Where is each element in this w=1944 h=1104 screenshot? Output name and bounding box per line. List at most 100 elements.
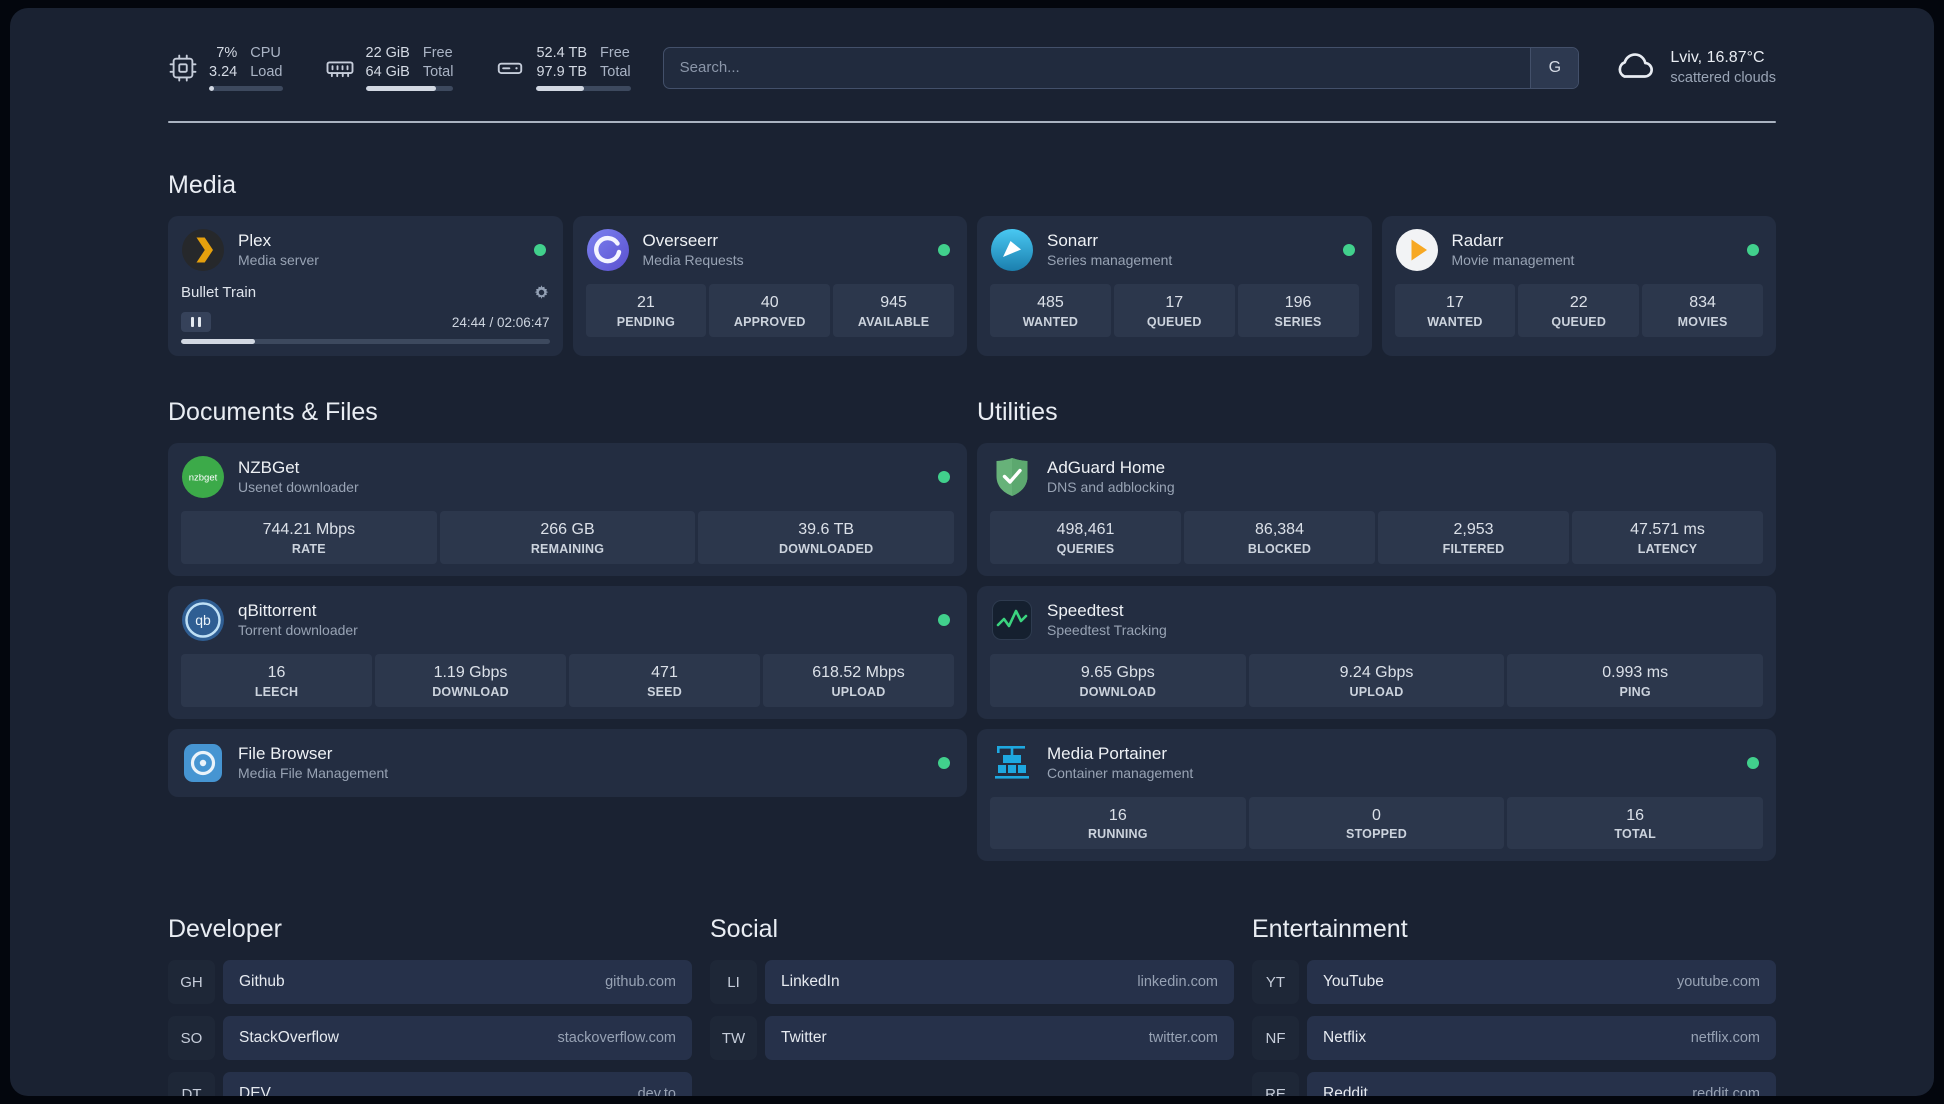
- service-card-nzbget[interactable]: nzbget NZBGet Usenet downloader 744.21 M…: [168, 443, 967, 576]
- bookmark-abbr: TW: [710, 1016, 757, 1061]
- service-description: Media Requests: [642, 252, 744, 269]
- stat: 16 TOTAL: [1507, 796, 1763, 850]
- pause-button[interactable]: [181, 312, 211, 332]
- stat-label: MOVIES: [1677, 314, 1728, 329]
- stat: 2,953 FILTERED: [1378, 511, 1569, 564]
- stat-value: 471: [651, 663, 678, 681]
- service-name: Plex: [238, 231, 272, 251]
- stat-value: 39.6 TB: [798, 521, 855, 538]
- bookmark-name: Reddit: [1323, 1085, 1368, 1096]
- stat-value: 196: [1284, 294, 1312, 311]
- section-title-entertainment: Entertainment: [1252, 915, 1408, 944]
- stat-value: 744.21 Mbps: [262, 521, 356, 538]
- bookmark-stackoverflow[interactable]: SO StackOverflow stackoverflow.com: [168, 1016, 692, 1061]
- section-title-utilities: Utilities: [977, 398, 1058, 426]
- stat-label: DOWNLOAD: [1079, 684, 1157, 699]
- service-card-qbittorrent[interactable]: qb qBittorrent Torrent downloader 16 LEE…: [168, 585, 967, 719]
- service-card-plex[interactable]: Plex Media server Bullet Train 24:44 / 0…: [168, 216, 563, 356]
- service-card-filebrowser[interactable]: File Browser Media File Management: [168, 728, 967, 797]
- bookmark-netflix[interactable]: NF Netflix netflix.com: [1252, 1016, 1776, 1061]
- bookmark-name: LinkedIn: [781, 973, 840, 991]
- stat-label: QUEUED: [1146, 314, 1202, 329]
- stat-label: WANTED: [1022, 314, 1079, 329]
- stat: 9.65 Gbps DOWNLOAD: [990, 653, 1246, 707]
- bookmark-github[interactable]: GH Github github.com: [168, 960, 692, 1005]
- stat: 86,384 BLOCKED: [1184, 511, 1375, 564]
- svg-text:qb: qb: [195, 612, 211, 628]
- search-provider-button[interactable]: G: [1530, 47, 1579, 88]
- section-entertainment: Entertainment YT YouTube youtube.com NF …: [1252, 915, 1776, 1096]
- service-card-speedtest[interactable]: Speedtest Speedtest Tracking 9.65 Gbps D…: [977, 585, 1776, 719]
- stat-value: 17: [1165, 294, 1184, 311]
- service-description: Movie management: [1451, 252, 1575, 269]
- section-social: Social LI LinkedIn linkedin.com TW Twitt…: [710, 915, 1234, 1072]
- bookmark-abbr: RE: [1252, 1072, 1299, 1096]
- stat: 471 SEED: [569, 653, 760, 707]
- stat-label: PENDING: [616, 314, 676, 329]
- search-input[interactable]: [663, 47, 1531, 88]
- memory-total-value: 64 GiB: [365, 63, 410, 80]
- status-dot: [938, 244, 950, 256]
- bookmark-name: YouTube: [1323, 973, 1384, 991]
- stat-label: DOWNLOADED: [778, 541, 874, 556]
- settings-gear-icon[interactable]: [533, 284, 550, 301]
- now-playing-title: Bullet Train: [181, 284, 257, 301]
- bookmark-twitter[interactable]: TW Twitter twitter.com: [710, 1016, 1234, 1061]
- service-description: Media server: [238, 252, 319, 269]
- service-name: Media Portainer: [1047, 743, 1168, 763]
- stat: 0.993 ms PING: [1507, 653, 1763, 707]
- stat: 39.6 TB DOWNLOADED: [698, 511, 954, 564]
- section-title-social: Social: [710, 915, 779, 944]
- service-card-sonarr[interactable]: Sonarr Series management 485 WANTED 17 Q…: [977, 216, 1372, 356]
- service-card-adguard[interactable]: AdGuard Home DNS and adblocking 498,461 …: [977, 443, 1776, 576]
- bookmark-youtube[interactable]: YT YouTube youtube.com: [1252, 960, 1776, 1005]
- search-bar: G: [662, 46, 1580, 89]
- stat-value: 17: [1446, 294, 1464, 311]
- service-description: Usenet downloader: [238, 479, 359, 496]
- nzbget-icon: nzbget: [181, 455, 225, 499]
- stat-label: QUEUED: [1551, 314, 1607, 329]
- stat: 9.24 Gbps UPLOAD: [1248, 653, 1505, 707]
- disk-label-top: Free: [600, 44, 630, 61]
- stat: 498,461 QUERIES: [990, 511, 1181, 564]
- weather-condition: scattered clouds: [1670, 69, 1776, 86]
- service-card-portainer[interactable]: Media Portainer Container management 16 …: [977, 728, 1776, 862]
- weather-widget[interactable]: Lviv, 16.87°C scattered clouds: [1611, 42, 1776, 93]
- stat-label: FILTERED: [1442, 541, 1505, 556]
- status-dot: [1342, 244, 1355, 256]
- bookmark-dev[interactable]: DT DEV dev.to: [168, 1072, 692, 1096]
- service-description: Torrent downloader: [238, 622, 358, 639]
- bookmark-abbr: LI: [710, 960, 757, 1005]
- stat: 196 SERIES: [1237, 284, 1359, 337]
- stat-label: WANTED: [1427, 314, 1483, 329]
- stat: 22 QUEUED: [1518, 284, 1640, 337]
- status-dot: [938, 471, 950, 483]
- stat: 618.52 Mbps UPLOAD: [763, 653, 954, 707]
- service-card-radarr[interactable]: Radarr Movie management 17 WANTED 22 QUE…: [1381, 216, 1776, 356]
- stat-value: 22: [1569, 294, 1588, 311]
- stat-value: 9.65 Gbps: [1080, 663, 1155, 681]
- status-dot: [1747, 244, 1759, 256]
- stat-label: UPLOAD: [1349, 684, 1404, 699]
- cpu-icon: [168, 53, 198, 83]
- weather-location: Lviv, 16.87°C: [1670, 48, 1765, 66]
- bookmark-url: reddit.com: [1692, 1086, 1760, 1096]
- svg-text:nzbget: nzbget: [189, 473, 218, 484]
- topbar: 7% 3.24 CPU Load 22 GiB 64 GiB Free Tota…: [168, 42, 1776, 93]
- stat: 485 WANTED: [990, 284, 1111, 337]
- resource-widgets: 7% 3.24 CPU Load 22 GiB 64 GiB Free Tota…: [168, 44, 631, 92]
- stat: 17 WANTED: [1394, 284, 1516, 337]
- stat-label: UPLOAD: [831, 684, 886, 699]
- service-name: Speedtest: [1047, 600, 1124, 620]
- bookmark-url: github.com: [605, 974, 676, 991]
- bookmark-url: youtube.com: [1676, 974, 1760, 991]
- bookmark-linkedin[interactable]: LI LinkedIn linkedin.com: [710, 960, 1234, 1005]
- service-card-overseerr[interactable]: Overseerr Media Requests 21 PENDING 40 A…: [572, 216, 967, 356]
- stat-value: 86,384: [1255, 521, 1304, 538]
- stat: 21 PENDING: [585, 284, 707, 337]
- stat-value: 0: [1372, 806, 1381, 824]
- dashboard: 7% 3.24 CPU Load 22 GiB 64 GiB Free Tota…: [10, 8, 1934, 1096]
- bookmark-reddit[interactable]: RE Reddit reddit.com: [1252, 1072, 1776, 1096]
- filebrowser-icon: [181, 741, 225, 785]
- disk-label-bottom: Total: [600, 63, 631, 80]
